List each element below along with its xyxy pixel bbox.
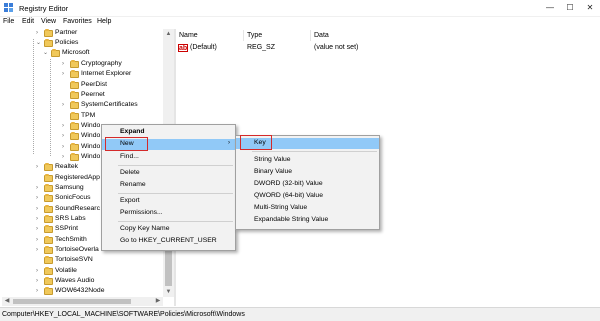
folder-icon <box>51 49 60 57</box>
menu-separator <box>252 151 377 152</box>
collapse-arrow-icon[interactable]: ⌄ <box>43 50 50 57</box>
title-bar: Registry Editor — ☐ ✕ <box>0 0 600 17</box>
expand-arrow-icon[interactable]: › <box>62 71 69 78</box>
value-type: REG_SZ <box>247 44 276 51</box>
column-header-type[interactable]: Type <box>247 32 262 39</box>
scroll-up-arrow-icon[interactable]: ▲ <box>163 29 174 39</box>
folder-icon <box>70 101 79 109</box>
menu-view[interactable]: View <box>41 18 56 25</box>
value-data: (value not set) <box>314 44 359 51</box>
folder-icon <box>44 184 53 192</box>
expand-arrow-icon[interactable]: › <box>36 164 43 171</box>
column-header-data[interactable]: Data <box>314 32 329 39</box>
submenu-arrow-icon: › <box>228 140 230 146</box>
minimize-button[interactable]: — <box>540 2 560 14</box>
menu-item-permissions[interactable]: Permissions... <box>102 208 235 219</box>
menu-file[interactable]: File <box>3 18 14 25</box>
folder-icon <box>70 143 79 151</box>
tree-horizontal-scrollbar[interactable]: ◀ ▶ <box>2 297 163 306</box>
menu-separator <box>118 193 233 194</box>
menu-item-copy-key-name[interactable]: Copy Key Name <box>102 224 235 235</box>
expand-arrow-icon[interactable]: › <box>36 216 43 223</box>
folder-icon <box>44 39 53 47</box>
submenu-item-multi-string-value[interactable]: Multi-String Value <box>236 203 379 214</box>
scroll-right-arrow-icon[interactable]: ▶ <box>153 297 163 306</box>
expand-arrow-icon[interactable]: › <box>62 102 69 109</box>
expand-arrow-icon[interactable]: › <box>62 154 69 161</box>
expand-arrow-icon[interactable]: › <box>36 185 43 192</box>
expand-arrow-icon[interactable]: › <box>36 237 43 244</box>
key-path: Computer\HKEY_LOCAL_MACHINE\SOFTWARE\Pol… <box>2 311 245 318</box>
new-callout-box <box>105 137 148 151</box>
submenu-item-expandable-string-value[interactable]: Expandable String Value <box>236 215 379 226</box>
expand-arrow-icon[interactable]: › <box>36 195 43 202</box>
folder-icon <box>44 215 53 223</box>
menu-item-rename[interactable]: Rename <box>102 180 235 191</box>
menu-item-delete[interactable]: Delete <box>102 168 235 179</box>
tree-guide-line <box>33 39 34 154</box>
folder-icon <box>44 287 53 295</box>
folder-icon <box>44 205 53 213</box>
close-button[interactable]: ✕ <box>580 2 600 14</box>
folder-icon <box>70 81 79 89</box>
maximize-button[interactable]: ☐ <box>560 2 580 14</box>
submenu-item-binary-value[interactable]: Binary Value <box>236 167 379 178</box>
folder-icon <box>44 267 53 275</box>
menu-separator <box>118 221 233 222</box>
column-separator[interactable] <box>310 30 311 41</box>
folder-icon <box>70 132 79 140</box>
expand-arrow-icon[interactable]: › <box>36 278 43 285</box>
expand-arrow-icon[interactable]: › <box>36 247 43 254</box>
menu-item-go-to-hkcu[interactable]: Go to HKEY_CURRENT_USER <box>102 236 235 247</box>
scroll-thumb[interactable] <box>13 299 131 304</box>
expand-arrow-icon[interactable]: › <box>62 61 69 68</box>
column-separator[interactable] <box>243 30 244 41</box>
expand-arrow-icon[interactable]: › <box>36 268 43 275</box>
menu-item-find[interactable]: Find... <box>102 152 235 163</box>
menu-edit[interactable]: Edit <box>22 18 34 25</box>
registry-editor-icon <box>4 3 13 12</box>
submenu-item-string-value[interactable]: String Value <box>236 155 379 166</box>
value-name: (Default) <box>190 44 217 51</box>
folder-icon <box>70 122 79 130</box>
window-title: Registry Editor <box>19 4 69 13</box>
folder-icon <box>70 91 79 99</box>
expand-arrow-icon[interactable]: › <box>36 288 43 295</box>
menu-favorites[interactable]: Favorites <box>63 18 92 25</box>
scroll-down-arrow-icon[interactable]: ▼ <box>163 287 174 297</box>
folder-icon <box>70 70 79 78</box>
scroll-left-arrow-icon[interactable]: ◀ <box>2 297 12 306</box>
status-bar: Computer\HKEY_LOCAL_MACHINE\SOFTWARE\Pol… <box>0 307 600 321</box>
folder-icon <box>44 174 53 182</box>
expand-arrow-icon[interactable]: › <box>36 226 43 233</box>
folder-icon <box>44 236 53 244</box>
folder-icon <box>44 225 53 233</box>
menu-help[interactable]: Help <box>97 18 111 25</box>
menu-separator <box>118 165 233 166</box>
folder-icon <box>70 153 79 161</box>
folder-icon <box>44 29 53 37</box>
folder-icon <box>70 112 79 120</box>
folder-icon <box>44 194 53 202</box>
column-header-name[interactable]: Name <box>179 32 198 39</box>
folder-icon <box>44 277 53 285</box>
menu-item-export[interactable]: Export <box>102 196 235 207</box>
submenu-item-qword-value[interactable]: QWORD (64-bit) Value <box>236 191 379 202</box>
expand-arrow-icon[interactable]: › <box>36 30 43 37</box>
folder-icon <box>44 163 53 171</box>
key-callout-box <box>240 135 272 150</box>
folder-icon <box>44 246 53 254</box>
folder-icon <box>70 60 79 68</box>
expand-arrow-icon[interactable]: › <box>62 144 69 151</box>
value-row[interactable]: ab (Default) REG_SZ (value not set) <box>176 44 576 54</box>
folder-icon <box>44 256 53 264</box>
menu-bar: File Edit View Favorites Help <box>0 17 600 29</box>
expand-arrow-icon[interactable]: › <box>62 123 69 130</box>
string-value-icon: ab <box>178 44 188 52</box>
collapse-arrow-icon[interactable]: ⌄ <box>36 40 43 47</box>
expand-arrow-icon[interactable]: › <box>62 133 69 140</box>
submenu-item-dword-value[interactable]: DWORD (32-bit) Value <box>236 179 379 190</box>
tree-guide-line <box>50 59 51 156</box>
expand-arrow-icon[interactable]: › <box>36 206 43 213</box>
